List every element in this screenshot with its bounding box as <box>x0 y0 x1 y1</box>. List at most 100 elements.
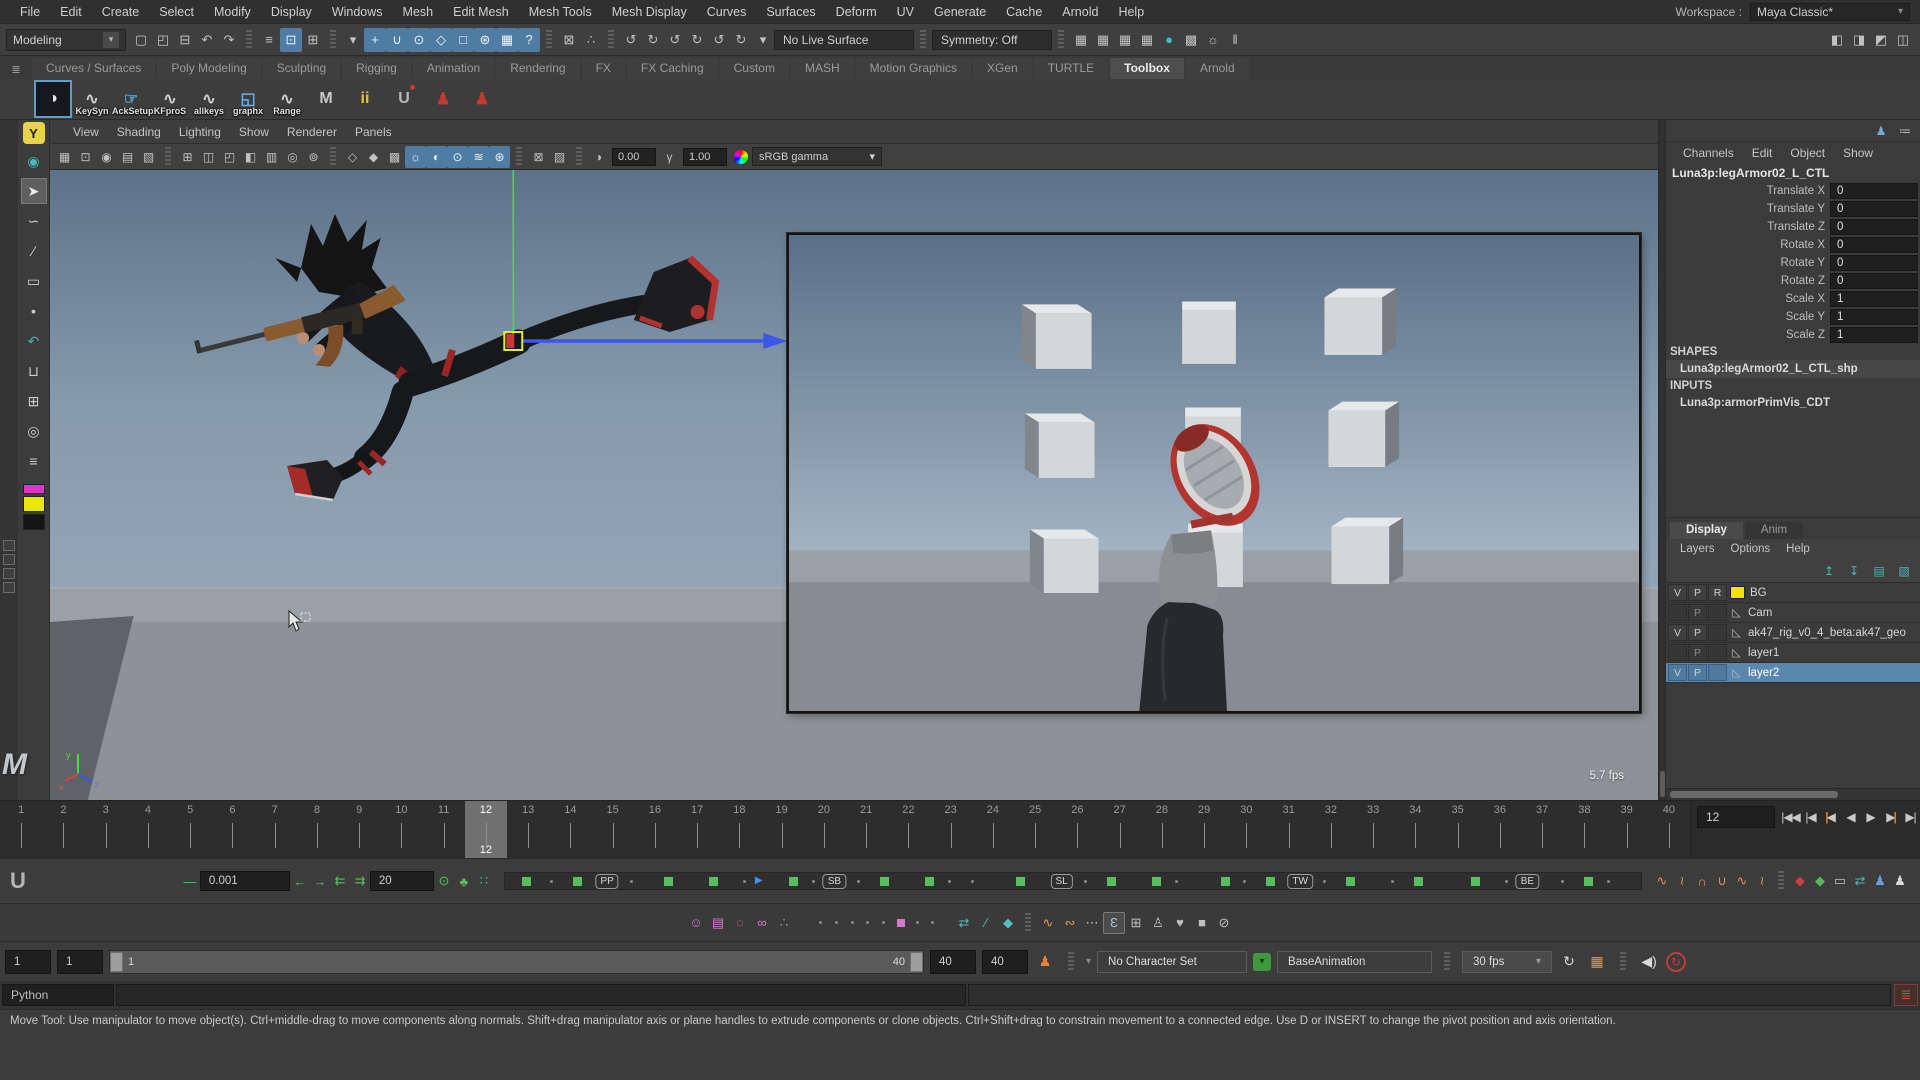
undo-arrow-icon[interactable]: ↶ <box>21 328 47 354</box>
shelf-item-keysyn[interactable]: ∿KeySyn <box>75 82 109 116</box>
anim-curve-icon[interactable]: Ɛ <box>1103 912 1125 934</box>
tangent-plateau-icon[interactable]: ≀ <box>1752 871 1772 891</box>
undo-icon[interactable]: ↶ <box>196 28 218 52</box>
timeline-frame-33[interactable]: 33 <box>1352 801 1394 858</box>
menu-display[interactable]: Display <box>261 5 322 19</box>
minus-icon[interactable]: — <box>180 871 200 891</box>
bookmark-key-marker[interactable] <box>522 877 531 886</box>
layer-name[interactable]: Cam <box>1748 607 1772 619</box>
shelf-item-contrast[interactable]: ◑ <box>36 82 70 116</box>
bookmark-key-marker[interactable] <box>1346 877 1355 886</box>
resolution-gate-icon[interactable]: ◰ <box>219 146 240 168</box>
highlight-selection-icon[interactable]: ∴ <box>580 28 602 52</box>
layer-name[interactable]: layer2 <box>1748 667 1779 679</box>
pause-viewport-icon[interactable]: ‖ <box>1224 28 1246 52</box>
render-region-icon[interactable]: ▦ <box>1136 28 1158 52</box>
timeline-frame-20[interactable]: 20 <box>803 801 845 858</box>
shelf-tab-rendering[interactable]: Rendering <box>496 58 579 79</box>
bookmark-key-marker[interactable] <box>664 877 673 886</box>
motion-blur-icon[interactable]: ≋ <box>468 146 489 168</box>
timeline-frame-25[interactable]: 25 <box>1014 801 1056 858</box>
panel-menu-show[interactable]: Show <box>230 125 278 139</box>
camera-attributes-icon[interactable]: ◉ <box>96 146 117 168</box>
playback-start-field[interactable]: 1 <box>57 950 103 974</box>
bookmark-character-icon[interactable]: ♟ <box>1034 951 1056 973</box>
shelf-tab-sculpting[interactable]: Sculpting <box>263 58 340 79</box>
exposure-field[interactable]: 0.00 <box>612 148 656 166</box>
attribute-value-field[interactable]: 0 <box>1830 273 1918 289</box>
new-scene-icon[interactable]: ▢ <box>130 28 152 52</box>
shelf-item-graphx[interactable]: ◱graphx <box>231 82 265 116</box>
menu-windows[interactable]: Windows <box>322 5 393 19</box>
select-by-hierarchy-icon[interactable]: ≡ <box>258 28 280 52</box>
beads-icon[interactable]: ∴ <box>773 912 795 934</box>
current-frame-field[interactable]: 12 <box>1697 806 1775 828</box>
snap-box-tool-icon[interactable]: ⊞ <box>21 388 47 414</box>
timeline-frame-19[interactable]: 19 <box>761 801 803 858</box>
menu-mesh-display[interactable]: Mesh Display <box>602 5 697 19</box>
xray-icon[interactable]: ▨ <box>549 146 570 168</box>
menu-modify[interactable]: Modify <box>204 5 261 19</box>
bookmark-key-marker[interactable] <box>1471 877 1480 886</box>
strip-play-marker[interactable]: ▶ <box>755 875 763 886</box>
more-dots-icon[interactable]: ⋯ <box>1081 912 1103 934</box>
layer-v-toggle[interactable] <box>1668 644 1687 661</box>
menu-help[interactable]: Help <box>1108 5 1154 19</box>
channel-box-object-name[interactable]: Luna3p:legArmor02_L_CTL <box>1666 164 1920 182</box>
layer-r-toggle[interactable] <box>1708 644 1727 661</box>
bookmark-label-be[interactable]: BE <box>1516 874 1539 889</box>
shelf-item-ii[interactable]: ii <box>348 82 382 116</box>
character-menu-icon[interactable]: ♣ <box>454 871 474 891</box>
attribute-value-field[interactable]: 0 <box>1830 183 1918 199</box>
panel-menu-shading[interactable]: Shading <box>108 125 170 139</box>
layer-row-ak47-rig-v0-4-beta-ak47-geo[interactable]: VP◺ak47_rig_v0_4_beta:ak47_geo <box>1666 623 1920 643</box>
arnold-renderview-icon[interactable]: ● <box>1158 28 1180 52</box>
sync-timeline-icon[interactable]: ⇄ <box>1850 871 1870 891</box>
character-set-select[interactable]: No Character Set <box>1097 951 1247 973</box>
shelf-tab-arnold[interactable]: Arnold <box>1186 58 1249 79</box>
time-editor-icon[interactable]: ▦ <box>1586 951 1608 973</box>
step-back-key-button[interactable]: |◀ <box>1821 806 1840 828</box>
bookmark-key-marker[interactable] <box>1414 877 1423 886</box>
layer-editor-menu-options[interactable]: Options <box>1723 543 1779 555</box>
tangent-step-icon[interactable]: ∿ <box>1732 871 1752 891</box>
search-icon[interactable]: ⊘ <box>1213 912 1235 934</box>
timeline-frame-13[interactable]: 13 <box>507 801 549 858</box>
bookmarks-icon[interactable]: ▤ <box>117 146 138 168</box>
attribute-value-field[interactable]: 0 <box>1830 255 1918 271</box>
move-layer-up-icon[interactable]: ↥ <box>1821 563 1837 579</box>
layer-v-toggle[interactable]: V <box>1668 624 1687 641</box>
channel-box-menu-object[interactable]: Object <box>1781 146 1834 160</box>
layer-r-toggle[interactable] <box>1708 664 1727 681</box>
grid-toggle-icon[interactable]: ⊞ <box>177 146 198 168</box>
timeline-frame-34[interactable]: 34 <box>1394 801 1436 858</box>
shelf-tab-rigging[interactable]: Rigging <box>342 58 411 79</box>
cube-icon[interactable]: ■ <box>1191 912 1213 934</box>
exposure-icon[interactable]: ◑ <box>588 146 609 168</box>
timeline-frame-30[interactable]: 30 <box>1225 801 1267 858</box>
dot-tool-icon[interactable]: • <box>21 298 47 324</box>
channel-box-menu-channels[interactable]: Channels <box>1674 146 1743 160</box>
layer-row-bg[interactable]: VPRBG <box>1666 583 1920 603</box>
shadows-icon[interactable]: ◐ <box>426 146 447 168</box>
shelf-tab-fx-caching[interactable]: FX Caching <box>627 58 718 79</box>
timeline-bookmarks-strip[interactable]: PPSBSLTWBE▶ <box>504 872 1642 890</box>
bookmark-key-marker[interactable] <box>709 877 718 886</box>
command-input[interactable] <box>116 984 966 1006</box>
layer-r-toggle[interactable]: R <box>1708 584 1727 601</box>
viewport-3d[interactable]: 5.7 fps y z x <box>50 170 1658 800</box>
shelf-item-acksetup[interactable]: ☞AckSetup <box>114 82 148 116</box>
timeline-frame-7[interactable]: 7 <box>254 801 296 858</box>
timeline-frame-4[interactable]: 4 <box>127 801 169 858</box>
bookmark-label-tw[interactable]: TW <box>1287 874 1313 889</box>
panel-menu-renderer[interactable]: Renderer <box>278 125 346 139</box>
step-forward-key-button[interactable]: ▶| <box>1881 806 1900 828</box>
snap-to-curves-icon[interactable]: ∪ <box>386 28 408 52</box>
dope-sheet-icon[interactable]: ⊞ <box>1125 912 1147 934</box>
timeline-frame-3[interactable]: 3 <box>85 801 127 858</box>
snap-to-projected-center-icon[interactable]: ◇ <box>430 28 452 52</box>
paint-select-tool-icon[interactable]: ∕ <box>21 238 47 264</box>
timeline-frame-29[interactable]: 29 <box>1183 801 1225 858</box>
panel-menu-lighting[interactable]: Lighting <box>170 125 230 139</box>
panel-menu-panels[interactable]: Panels <box>346 125 401 139</box>
